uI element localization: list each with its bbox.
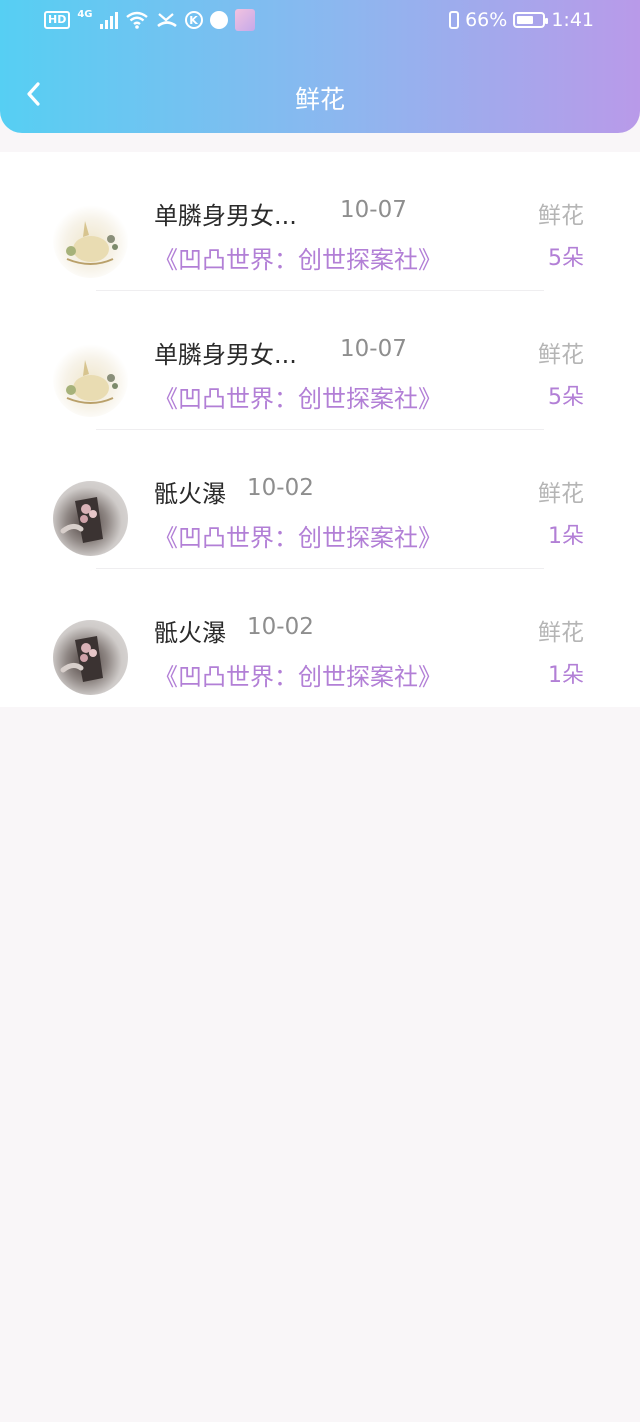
record-date: 10-07 [340,336,407,362]
page-title: 鲜花 [294,85,345,114]
sender-name: 单膦身男女... [154,202,297,230]
status-left: HD 4G K [44,9,255,31]
status-bar: HD 4G K 66% 1:41 [0,0,640,44]
sender-name: 骶火瀑 [154,480,226,508]
cat-illustration-icon [66,221,118,265]
gift-type: 鲜花 [538,620,584,646]
signal-icon [99,11,118,29]
sender-name: 单膦身男女... [154,341,297,369]
flower-photo-icon [60,497,103,543]
flower-photo-icon [60,636,103,682]
gift-record-list: 单膦身男女... 10-07 《凹凸世界：创世探案社》 鲜花 5朵 单膦身男女.… [0,152,640,707]
book-title[interactable]: 《凹凸世界：创世探案社》 [154,240,442,275]
gift-count: 1朵 [548,524,584,549]
clock: 1:41 [551,9,594,31]
record-date: 10-02 [247,614,314,640]
gift-count: 5朵 [548,385,584,410]
gift-type: 鲜花 [538,481,584,507]
ball-app-icon [209,11,228,29]
list-item[interactable]: 单膦身男女... 10-07 《凹凸世界：创世探案社》 鲜花 5朵 [0,291,640,430]
book-title[interactable]: 《凹凸世界：创世探案社》 [154,657,442,692]
missed-call-icon [156,13,177,28]
anime-app-icon [234,9,255,31]
list-item[interactable]: 骶火瀑 10-02 《凹凸世界：创世探案社》 鲜花 1朵 [0,430,640,569]
book-title[interactable]: 《凹凸世界：创世探案社》 [154,518,442,553]
cat-illustration-icon [66,360,118,404]
record-date: 10-07 [340,197,407,223]
avatar[interactable] [53,203,128,278]
hd-icon: HD [44,11,71,29]
gift-type: 鲜花 [538,342,584,368]
battery-icon [513,12,549,28]
book-title[interactable]: 《凹凸世界：创世探案社》 [154,379,442,414]
gift-count: 1朵 [548,663,584,688]
record-date: 10-02 [247,475,314,501]
gift-type: 鲜花 [538,203,584,229]
network-type: 4G [77,8,93,20]
battery-percent: 66% [465,9,508,31]
status-right: 66% 1:41 [449,9,594,31]
wifi-icon [125,11,148,29]
avatar[interactable] [53,342,128,417]
list-item[interactable]: 单膦身男女... 10-07 《凹凸世界：创世探案社》 鲜花 5朵 [0,152,640,291]
k-app-icon: K [184,11,203,29]
header-bar: HD 4G K 66% 1:41 鲜花 [0,0,640,133]
avatar[interactable] [53,481,128,556]
gift-count: 5朵 [548,246,584,271]
list-item[interactable]: 骶火瀑 10-02 《凹凸世界：创世探案社》 鲜花 1朵 [0,569,640,708]
sender-name: 骶火瀑 [154,619,226,647]
vibrate-icon [449,11,460,29]
avatar[interactable] [53,620,128,695]
